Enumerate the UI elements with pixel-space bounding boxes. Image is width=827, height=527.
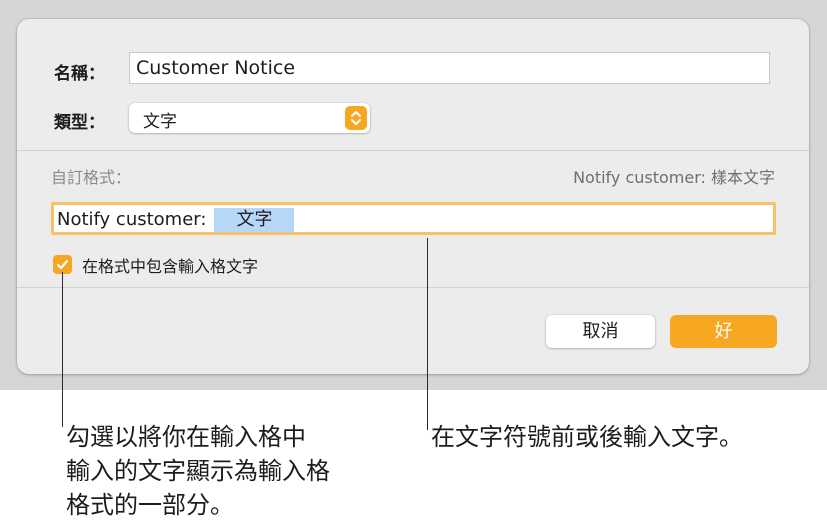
right-callout-text: 在文字符號前或後輸入文字。 [431,423,743,451]
custom-format-field[interactable]: Notify customer: 文字 [51,202,776,235]
custom-format-label: 自訂格式： [51,168,132,187]
sample-preview: Notify customer: 樣本文字 [573,168,775,187]
left-callout-line-1: 勾選以將你在輸入格中 [66,423,306,451]
cancel-button[interactable]: 取消 [546,315,655,348]
type-label: 類型： [54,113,105,133]
divider-top [17,150,809,151]
name-input[interactable]: Customer Notice [129,52,770,84]
format-prefix-text: Notify customer: [57,209,207,230]
left-callout-line [62,272,63,427]
checkmark-icon [56,259,69,270]
chevron-up-down-icon [345,106,367,130]
text-token[interactable]: 文字 [214,208,295,232]
custom-format-dialog: 名稱： Customer Notice 類型： 文字 自訂格式： Notify … [17,19,809,374]
left-callout-line-3: 格式的一部分。 [66,491,234,519]
ok-button[interactable]: 好 [670,315,777,348]
left-callout-text: 勾選以將你在輸入格中 輸入的文字顯示為輸入格 格式的一部分。 [66,420,330,522]
include-text-checkbox-label[interactable]: 在格式中包含輸入格文字 [82,253,258,277]
left-callout-line-2: 輸入的文字顯示為輸入格 [66,457,330,485]
type-select-value: 文字 [143,112,177,132]
divider-bottom [17,287,809,288]
right-callout-line [427,238,428,430]
name-label: 名稱： [54,64,105,84]
type-select[interactable]: 文字 [129,103,370,133]
